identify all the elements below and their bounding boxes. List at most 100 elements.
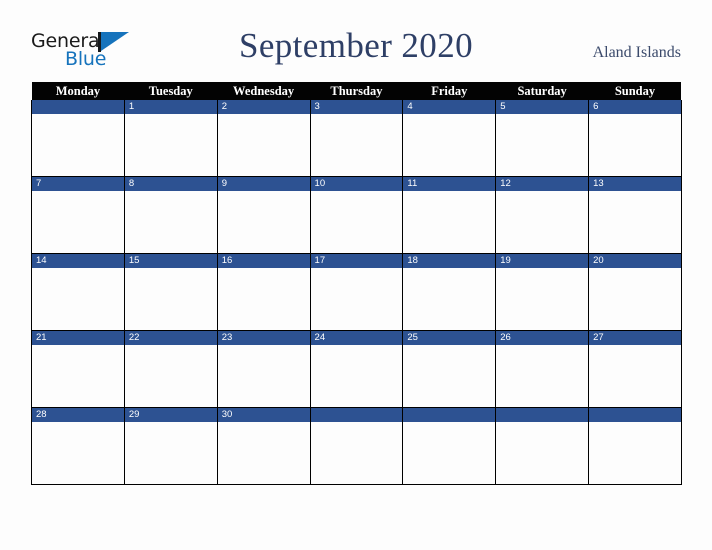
day-events-area[interactable] [310, 191, 403, 253]
calendar-day-cell[interactable]: 3 [309, 100, 404, 177]
day-number: 8 [124, 177, 217, 191]
day-events-area[interactable] [496, 268, 589, 330]
day-events-area[interactable] [217, 191, 310, 253]
calendar-page: General Blue September 2020 Aland Island… [0, 0, 712, 550]
calendar-day-cell[interactable]: 11 [402, 176, 497, 254]
calendar-day-cell[interactable]: 7 [31, 176, 125, 254]
calendar-day-cell[interactable]: 23 [216, 330, 311, 408]
calendar-day-cell[interactable] [402, 407, 497, 485]
calendar-day-cell[interactable] [588, 407, 682, 485]
calendar-day-cell[interactable]: 15 [123, 253, 218, 331]
day-number: 4 [403, 100, 496, 114]
calendar-day-cell[interactable]: 22 [123, 330, 218, 408]
calendar-day-cell[interactable]: 13 [588, 176, 682, 254]
calendar-day-cell[interactable]: 5 [495, 100, 590, 177]
day-number: 28 [32, 408, 124, 422]
calendar-day-cell[interactable]: 10 [309, 176, 404, 254]
day-events-area[interactable] [589, 422, 681, 484]
calendar-day-cell[interactable] [309, 407, 404, 485]
day-events-area[interactable] [496, 345, 589, 407]
calendar-day-cell[interactable]: 14 [31, 253, 125, 331]
day-events-area[interactable] [403, 268, 496, 330]
day-number: 24 [310, 331, 403, 345]
calendar-day-cell[interactable]: 6 [588, 100, 682, 177]
calendar-day-cell[interactable]: 25 [402, 330, 497, 408]
day-number: 27 [589, 331, 681, 345]
day-number: 15 [124, 254, 217, 268]
day-number: 20 [589, 254, 681, 268]
calendar-week-row: 7 8 9 10 11 12 13 [31, 176, 682, 254]
day-events-area[interactable] [32, 114, 124, 176]
day-events-area[interactable] [403, 191, 496, 253]
calendar-day-cell[interactable]: 20 [588, 253, 682, 331]
day-events-area[interactable] [217, 345, 310, 407]
day-events-area[interactable] [32, 191, 124, 253]
calendar-week-row: 21 22 23 24 25 26 27 [31, 330, 682, 408]
day-number: 21 [32, 331, 124, 345]
weekday-header-friday: Friday [402, 82, 496, 100]
day-events-area[interactable] [310, 114, 403, 176]
calendar-day-cell[interactable]: 26 [495, 330, 590, 408]
day-number: 3 [310, 100, 403, 114]
day-events-area[interactable] [217, 114, 310, 176]
day-events-area[interactable] [217, 268, 310, 330]
day-events-area[interactable] [496, 422, 589, 484]
day-events-area[interactable] [32, 422, 124, 484]
day-events-area[interactable] [403, 422, 496, 484]
weekday-header-saturday: Saturday [495, 82, 589, 100]
day-events-area[interactable] [217, 422, 310, 484]
day-events-area[interactable] [310, 345, 403, 407]
day-events-area[interactable] [310, 268, 403, 330]
day-events-area[interactable] [32, 268, 124, 330]
day-number [403, 408, 496, 422]
calendar-day-cell[interactable]: 2 [216, 100, 311, 177]
day-number: 23 [217, 331, 310, 345]
calendar-week-row: 1 2 3 4 5 6 [31, 100, 682, 177]
day-number: 12 [496, 177, 589, 191]
calendar-day-cell[interactable]: 9 [216, 176, 311, 254]
day-events-area[interactable] [124, 268, 217, 330]
day-events-area[interactable] [589, 268, 681, 330]
calendar-day-cell[interactable]: 1 [123, 100, 218, 177]
calendar-day-cell[interactable] [31, 100, 125, 177]
day-number: 1 [124, 100, 217, 114]
calendar-day-cell[interactable]: 19 [495, 253, 590, 331]
calendar-day-cell[interactable] [495, 407, 590, 485]
day-events-area[interactable] [124, 114, 217, 176]
day-events-area[interactable] [124, 345, 217, 407]
day-number: 18 [403, 254, 496, 268]
weekday-header-sunday: Sunday [588, 82, 682, 100]
day-events-area[interactable] [124, 191, 217, 253]
calendar-day-cell[interactable]: 27 [588, 330, 682, 408]
day-events-area[interactable] [496, 191, 589, 253]
day-number: 9 [217, 177, 310, 191]
calendar-day-cell[interactable]: 8 [123, 176, 218, 254]
calendar-day-cell[interactable]: 21 [31, 330, 125, 408]
calendar-day-cell[interactable]: 29 [123, 407, 218, 485]
day-number: 5 [496, 100, 589, 114]
day-events-area[interactable] [589, 345, 681, 407]
day-events-area[interactable] [403, 345, 496, 407]
calendar-day-cell[interactable]: 30 [216, 407, 311, 485]
day-events-area[interactable] [310, 422, 403, 484]
calendar-day-cell[interactable]: 28 [31, 407, 125, 485]
calendar-day-cell[interactable]: 12 [495, 176, 590, 254]
page-header: General Blue September 2020 Aland Island… [0, 0, 712, 82]
day-number: 13 [589, 177, 681, 191]
day-number [496, 408, 589, 422]
day-number: 29 [124, 408, 217, 422]
day-events-area[interactable] [589, 114, 681, 176]
calendar-day-cell[interactable]: 4 [402, 100, 497, 177]
day-events-area[interactable] [32, 345, 124, 407]
calendar-day-cell[interactable]: 24 [309, 330, 404, 408]
day-events-area[interactable] [403, 114, 496, 176]
day-number: 7 [32, 177, 124, 191]
calendar-day-cell[interactable]: 17 [309, 253, 404, 331]
day-events-area[interactable] [124, 422, 217, 484]
day-events-area[interactable] [589, 191, 681, 253]
day-events-area[interactable] [496, 114, 589, 176]
calendar-day-cell[interactable]: 18 [402, 253, 497, 331]
calendar-day-cell[interactable]: 16 [216, 253, 311, 331]
country-label: Aland Islands [592, 44, 681, 61]
day-number: 17 [310, 254, 403, 268]
